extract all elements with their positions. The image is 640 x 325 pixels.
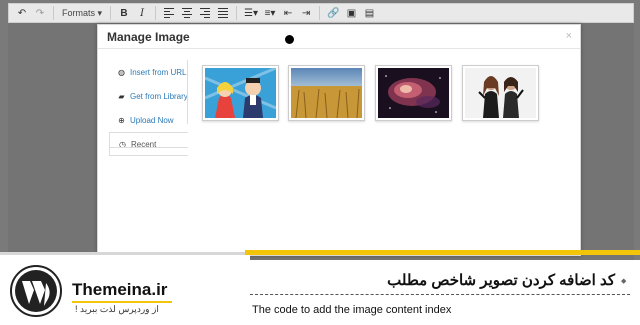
recent-image-thumbnail[interactable] <box>462 65 539 121</box>
recent-image-thumbnail[interactable] <box>375 65 452 121</box>
site-branding: Themeina.ir از وردپرس لذت ببرید ! <box>0 255 250 325</box>
image-icon[interactable]: ▣ <box>342 5 360 21</box>
formats-label: Formats <box>62 8 96 18</box>
modal-title: Manage Image <box>107 30 190 44</box>
folder-open-icon: ▰ <box>118 91 125 101</box>
site-name-underline <box>72 301 172 303</box>
two-women-image <box>465 68 536 118</box>
manage-image-modal: Manage Image × ◍ Insert from URL ▰ Get f… <box>97 24 581 256</box>
image-source-nav: ◍ Insert from URL ▰ Get from Library ⊕ U… <box>109 60 188 156</box>
recent-image-thumbnail[interactable] <box>288 65 365 121</box>
article-title-english: The code to add the image content index <box>252 304 452 316</box>
align-left-icon[interactable] <box>160 5 178 21</box>
nav-get-from-library[interactable]: ▰ Get from Library <box>109 84 188 108</box>
toolbar-separator <box>110 6 112 20</box>
toolbar-separator <box>319 6 321 20</box>
mouse-cursor <box>285 35 294 44</box>
align-justify-icon[interactable] <box>214 5 232 21</box>
nav-label: Insert from URL <box>130 67 187 77</box>
nav-insert-from-url[interactable]: ◍ Insert from URL <box>109 60 188 84</box>
close-icon[interactable]: × <box>566 30 572 42</box>
recent-image-thumbnail[interactable] <box>202 65 279 121</box>
toolbar-separator <box>236 6 238 20</box>
site-name: Themeina.ir <box>72 280 168 299</box>
nav-bottom-border <box>109 147 188 148</box>
nav-label: Get from Library <box>130 91 188 101</box>
outdent-icon[interactable]: ⇤ <box>279 5 297 21</box>
editor-toolbar: ↶ ↷ Formats ▾ B I ☰▾ ≡▾ ⇤ ⇥ 🔗 ▣ ▤ <box>8 3 634 23</box>
nav-upload-now[interactable]: ⊕ Upload Now <box>109 108 188 132</box>
wordpress-logo-icon <box>10 265 62 317</box>
site-tagline: از وردپرس لذت ببرید ! <box>75 304 159 314</box>
toolbar-separator <box>155 6 157 20</box>
media-icon[interactable]: ▤ <box>360 5 378 21</box>
link-icon[interactable]: 🔗 <box>324 5 342 21</box>
toolbar-separator <box>53 6 54 20</box>
globe-icon: ◍ <box>118 67 125 77</box>
wheat-field-image <box>291 68 362 118</box>
banner-yellow-stripe <box>245 250 640 255</box>
undo-icon[interactable]: ↶ <box>13 5 31 21</box>
redo-icon[interactable]: ↷ <box>31 5 49 21</box>
modal-header: Manage Image × <box>98 25 580 49</box>
indent-icon[interactable]: ⇥ <box>297 5 315 21</box>
bullet-list-icon[interactable]: ☰▾ <box>241 5 261 21</box>
nav-label: Upload Now <box>130 115 174 125</box>
formats-dropdown[interactable]: Formats ▾ <box>58 5 106 21</box>
nav-divider <box>187 60 188 124</box>
align-center-icon[interactable] <box>178 5 196 21</box>
cartoon-family-image <box>205 68 276 118</box>
numbered-list-icon[interactable]: ≡▾ <box>261 5 279 21</box>
italic-button[interactable]: I <box>133 5 151 21</box>
upload-icon: ⊕ <box>118 115 125 125</box>
nebula-image <box>378 68 449 118</box>
bullet-marker-icon: ◆ <box>621 278 627 285</box>
align-right-icon[interactable] <box>196 5 214 21</box>
title-dashed-divider <box>250 294 630 295</box>
bold-button[interactable]: B <box>115 5 133 21</box>
nav-recent[interactable]: ◷ Recent <box>109 132 188 156</box>
article-title-persian: کد اضافه کردن تصویر شاخص مطلب <box>387 272 615 289</box>
